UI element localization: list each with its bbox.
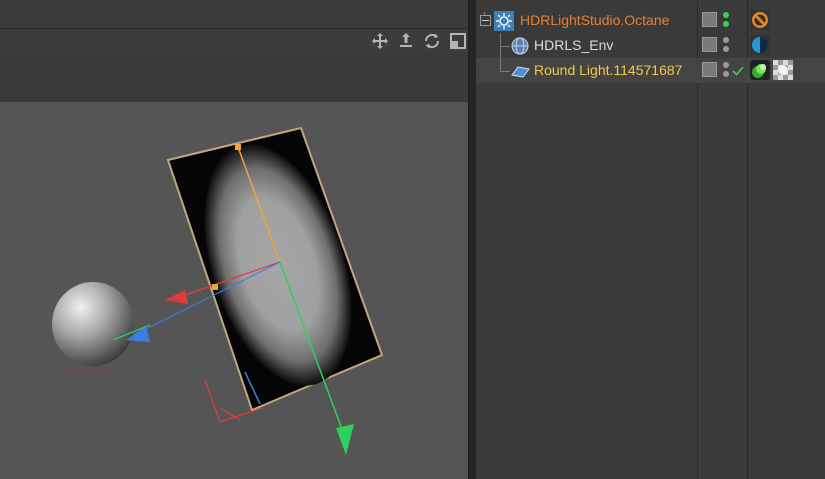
visibility-dots[interactable] [723, 12, 731, 30]
visibility-dots[interactable] [723, 62, 731, 80]
object-manager: HDRLightStudio.Octane HDRLS_Env Round Li [476, 0, 825, 479]
move-icon[interactable] [370, 31, 390, 51]
hdr-light-studio-icon [494, 11, 514, 31]
viewport-toolbar [0, 28, 468, 55]
octane-environment-tag-icon[interactable] [750, 35, 770, 55]
enabled-check-icon[interactable] [732, 64, 744, 76]
edit-render-toggle[interactable] [702, 37, 717, 52]
object-row-hdrls-env[interactable]: HDRLS_Env [476, 33, 825, 58]
edit-render-toggle[interactable] [702, 62, 717, 77]
viewport-info-bar [0, 54, 468, 103]
maximize-icon[interactable] [448, 31, 468, 51]
octane-light-tag-icon[interactable] [750, 60, 770, 80]
environment-sphere-icon [510, 36, 530, 56]
texture-tag-icon[interactable] [773, 60, 793, 80]
edit-render-toggle[interactable] [702, 12, 717, 27]
object-name[interactable]: Round Light.114571687 [534, 62, 682, 78]
rotate-icon[interactable] [422, 31, 442, 51]
3d-viewport[interactable] [0, 102, 468, 479]
object-name[interactable]: HDRLS_Env [534, 37, 613, 53]
tree-connector [500, 33, 501, 46]
tree-connector [500, 46, 501, 71]
sphere-object[interactable] [52, 282, 134, 366]
tree-connector [500, 46, 510, 47]
object-row-hdrlightstudio-octane[interactable]: HDRLightStudio.Octane [476, 8, 825, 33]
visibility-dots[interactable] [723, 37, 731, 55]
collapse-icon[interactable] [480, 15, 491, 26]
object-row-round-light[interactable]: Round Light.114571687 [476, 46, 825, 83]
viewport-scene [52, 126, 384, 455]
tree-connector [500, 71, 510, 72]
round-light-plane[interactable] [166, 126, 384, 412]
object-name[interactable]: HDRLightStudio.Octane [520, 12, 669, 28]
area-light-plane-icon [510, 61, 530, 81]
octane-tag-icon[interactable] [750, 10, 770, 30]
viewport-nav-icons [370, 31, 468, 51]
viewport-header [0, 0, 468, 28]
zoom-icon[interactable] [396, 31, 416, 51]
